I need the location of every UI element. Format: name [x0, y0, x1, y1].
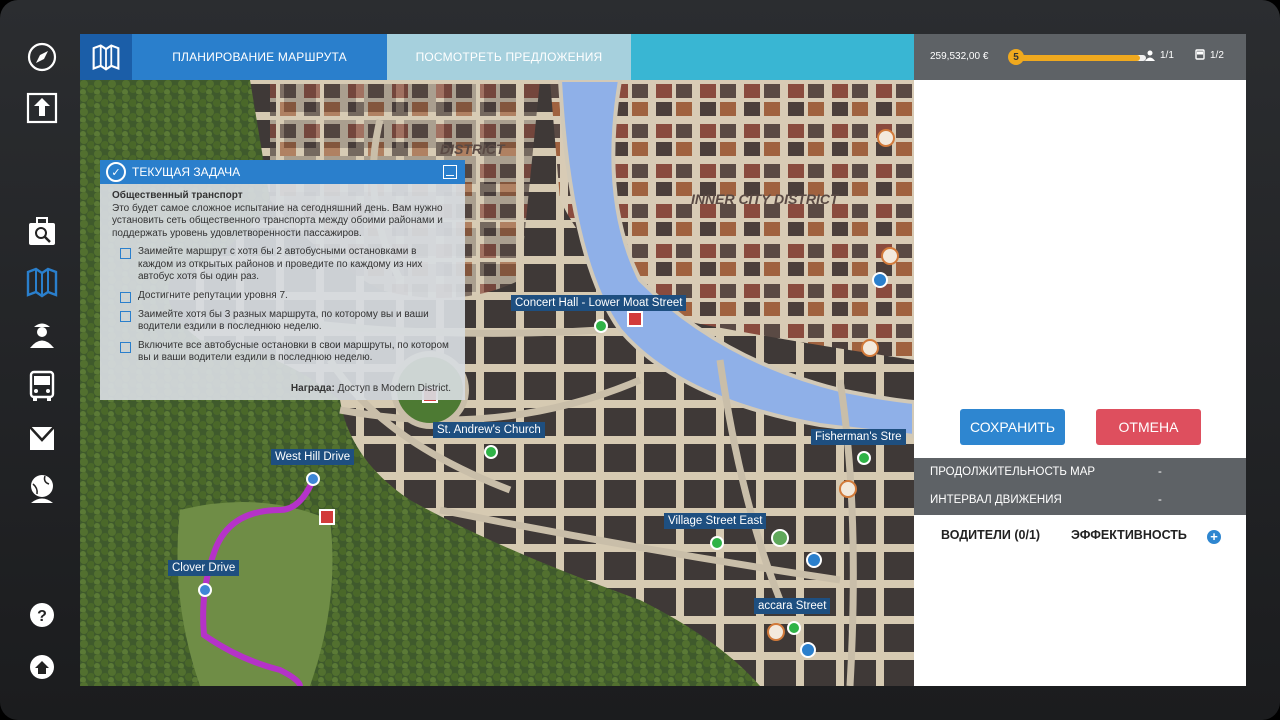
- current-task-panel: ✓ ТЕКУЩАЯ ЗАДАЧА Общественный транспорт …: [100, 160, 465, 400]
- driver-tabs: ВОДИТЕЛИ (0/1) ЭФФЕКТИВНОСТЬ +: [914, 526, 1246, 556]
- bus-icon: [1195, 49, 1205, 60]
- reward-label: Награда:: [290, 383, 335, 394]
- stop-marker-fisherman[interactable]: [857, 451, 871, 465]
- minimize-icon[interactable]: [443, 165, 457, 179]
- tab-view-offers[interactable]: ПОСМОТРЕТЬ ПРЕДЛОЖЕНИЯ: [387, 34, 631, 80]
- reputation-progress-bar: [1016, 55, 1146, 61]
- district-label-left: DISTRICT: [440, 141, 506, 157]
- reputation-progress-fill: [1016, 55, 1140, 61]
- home-icon[interactable]: [22, 647, 62, 687]
- task-objective: Достигните репутации уровня 7.: [112, 290, 453, 303]
- bus-count-value: 1/2: [1210, 49, 1224, 61]
- cancel-button[interactable]: ОТМЕНА: [1096, 409, 1201, 445]
- compass-icon[interactable]: [22, 37, 62, 77]
- stop-marker-village-east[interactable]: [710, 536, 724, 550]
- bus-count: 1/2: [1194, 49, 1224, 61]
- objective-text: Заимейте хотя бы 3 разных маршрута, по к…: [138, 308, 429, 333]
- task-title: ТЕКУЩАЯ ЗАДАЧА: [132, 165, 241, 179]
- objective-text: Заимейте маршрут с хотя бы 2 автобусными…: [138, 246, 423, 282]
- objective-text: Достигните репутации уровня 7.: [138, 289, 288, 301]
- task-objective: Заимейте маршрут с хотя бы 2 автобусными…: [112, 246, 453, 284]
- objective-text: Включите все автобусные остановки в свои…: [138, 339, 449, 364]
- task-objective: Заимейте хотя бы 3 разных маршрута, по к…: [112, 309, 453, 334]
- route-details-panel: 259,532,00 € 5 1/1 1/2 СОХРАНИТЬ ОТМЕНА …: [914, 34, 1246, 686]
- district-label-inner: INNER CITY DISTRICT: [691, 191, 840, 207]
- route-interval-value: -: [1158, 494, 1162, 506]
- objective-checkbox: [120, 248, 131, 259]
- mail-icon[interactable]: [22, 418, 62, 458]
- search-briefcase-icon[interactable]: [22, 212, 62, 252]
- map-icon: [92, 44, 120, 71]
- tab-route-planning[interactable]: ПЛАНИРОВАНИЕ МАРШРУТА: [132, 34, 387, 80]
- bus-icon[interactable]: [22, 366, 62, 406]
- objective-checkbox: [120, 310, 131, 322]
- city-map[interactable]: INNER CITY DISTRICT DISTRICT Concert Hal…: [80, 80, 914, 686]
- check-icon: ✓: [106, 162, 126, 182]
- stop-marker-st-andrews[interactable]: [484, 445, 498, 459]
- task-objective: Включите все автобусные остановки в свои…: [112, 340, 453, 365]
- save-button[interactable]: СОХРАНИТЬ: [960, 409, 1065, 445]
- stop-marker-west-hill[interactable]: [306, 472, 320, 486]
- task-subtitle: Общественный транспорт: [112, 190, 243, 201]
- map-icon[interactable]: [22, 262, 62, 302]
- driver-count: 1/1: [1144, 49, 1174, 61]
- route-info: ПРОДОЛЖИТЕЛЬНОСТЬ МАР - ИНТЕРВАЛ ДВИЖЕНИ…: [914, 458, 1246, 515]
- add-driver-button[interactable]: +: [1207, 530, 1221, 544]
- tab-drivers[interactable]: ВОДИТЕЛИ (0/1): [941, 528, 1040, 542]
- help-icon[interactable]: ?: [22, 595, 62, 635]
- stop-marker-accara[interactable]: [787, 621, 801, 635]
- stop-label-st-andrews[interactable]: St. Andrew's Church: [433, 422, 545, 438]
- tab-efficiency[interactable]: ЭФФЕКТИВНОСТЬ: [1071, 528, 1187, 542]
- level-badge: 5: [1008, 49, 1024, 65]
- tablet-screen: ПЛАНИРОВАНИЕ МАРШРУТА ПОСМОТРЕТЬ ПРЕДЛОЖ…: [80, 34, 1246, 686]
- map-logo-button[interactable]: [80, 34, 132, 80]
- stop-label-concert-hall[interactable]: Concert Hall - Lower Moat Street: [511, 295, 687, 311]
- driver-icon[interactable]: [22, 314, 62, 354]
- task-description: Это будет самое сложное испытание на сег…: [112, 202, 443, 239]
- money-display: 259,532,00 €: [930, 51, 989, 62]
- route-interval-row: ИНТЕРВАЛ ДВИЖЕНИЯ -: [914, 486, 1246, 514]
- task-header: ✓ ТЕКУЩАЯ ЗАДАЧА: [100, 160, 465, 184]
- route-duration-value: -: [1158, 466, 1162, 478]
- task-reward: Награда: Доступ в Modern District.: [291, 383, 451, 394]
- stop-marker-concert-hall[interactable]: [594, 319, 608, 333]
- stop-label-clover[interactable]: Clover Drive: [168, 560, 240, 576]
- svg-text:?: ?: [37, 608, 47, 625]
- stop-marker-clover[interactable]: [198, 583, 212, 597]
- objective-checkbox: [120, 291, 131, 303]
- status-bar: 259,532,00 € 5 1/1 1/2: [914, 34, 1246, 80]
- stop-label-fisherman[interactable]: Fisherman's Stre: [811, 429, 906, 445]
- route-duration-label: ПРОДОЛЖИТЕЛЬНОСТЬ МАР: [930, 466, 1096, 478]
- objective-checkbox: [120, 341, 131, 353]
- route-duration-row: ПРОДОЛЖИТЕЛЬНОСТЬ МАР -: [914, 458, 1246, 486]
- reward-value: Доступ в Modern District.: [337, 383, 451, 394]
- stop-label-village-east[interactable]: Village Street East: [664, 513, 767, 529]
- top-tab-bar: ПЛАНИРОВАНИЕ МАРШРУТА ПОСМОТРЕТЬ ПРЕДЛОЖ…: [80, 34, 914, 80]
- globe-person-icon[interactable]: [22, 469, 62, 509]
- left-sidebar: ?: [0, 0, 80, 720]
- driver-icon: [1145, 50, 1155, 61]
- route-interval-label: ИНТЕРВАЛ ДВИЖЕНИЯ: [930, 494, 1062, 506]
- stop-label-west-hill[interactable]: West Hill Drive: [271, 449, 355, 465]
- driver-count-value: 1/1: [1160, 49, 1174, 61]
- exit-icon[interactable]: [22, 88, 62, 128]
- stop-label-accara[interactable]: accara Street: [754, 598, 831, 614]
